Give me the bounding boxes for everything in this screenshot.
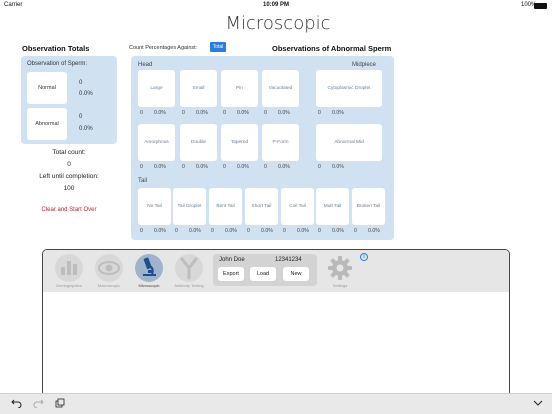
head-tapered-pct: 0.0%: [237, 164, 249, 170]
tab-demographics[interactable]: [55, 254, 83, 282]
left-until-value: 100: [63, 185, 75, 192]
clear-start-over-button[interactable]: Clear and Start Over: [21, 207, 117, 213]
head-pin-pct: 0.0%: [237, 110, 249, 116]
status-time: 10:09 PM: [262, 2, 289, 8]
tab-label: Antibody Testing: [174, 283, 204, 288]
head-small-count: 0: [182, 110, 185, 116]
head-large-pct: 0.0%: [154, 110, 166, 116]
midpiece-cytoplasmic-droplet-button[interactable]: Cytoplasmic Droplet: [316, 70, 382, 107]
tail-broken-tail-pct: 0.0%: [368, 228, 380, 234]
load-button[interactable]: Load: [250, 267, 276, 281]
midpiece-abnormal-mid-button[interactable]: Abnormal Mid: [316, 124, 382, 161]
tail-mult-tail-button[interactable]: Mult Tail: [316, 188, 349, 225]
new-button[interactable]: New: [283, 267, 309, 281]
tail-tail-droplet-pct: 0.0%: [189, 228, 201, 234]
battery-icon: [534, 3, 547, 9]
head-amorphous-count: 0: [140, 164, 143, 170]
abnormal-pct: 0.0%: [79, 126, 93, 132]
total-count-value: 0: [67, 161, 71, 168]
microscope-icon: [143, 257, 156, 276]
gear-icon: [328, 256, 352, 280]
head-tapered-button[interactable]: Tapered: [221, 124, 258, 161]
midpiece-abnormal-mid-count: 0: [318, 164, 321, 170]
tab-label: Microscopic: [138, 283, 160, 288]
head-large-button[interactable]: Large: [138, 70, 175, 107]
tail-coil-tail-count: 0: [283, 228, 286, 234]
tail-no-tail-count: 0: [140, 228, 143, 234]
abnormal-heading: Observations of Abnormal Sperm: [272, 44, 392, 53]
head-vacuolated-button[interactable]: Vacuolated: [262, 70, 299, 107]
count-against-label: Count Percentages Against:: [129, 45, 198, 51]
head-vacuolated-pct: 0.0%: [278, 110, 290, 116]
totals-box-label: Observation of Sperm:: [27, 61, 88, 67]
undo-icon[interactable]: [11, 398, 22, 408]
head-pin-count: 0: [223, 110, 226, 116]
chevron-down-icon[interactable]: [533, 400, 543, 407]
tab-microscopic[interactable]: [135, 254, 163, 282]
info-icon[interactable]: i: [360, 253, 368, 261]
tail-broken-tail-count: 0: [354, 228, 357, 234]
abnormal-count: 0: [79, 114, 83, 120]
head-large-count: 0: [140, 110, 143, 116]
tail-coil-tail-button[interactable]: Coil Tail: [281, 188, 314, 225]
total-count-label: Total count:: [52, 149, 86, 156]
tail-bent-tail-button[interactable]: Bent Tail: [209, 188, 242, 225]
head-vacuolated-count: 0: [264, 110, 267, 116]
tail-bent-tail-count: 0: [211, 228, 214, 234]
head-double-pct: 0.0%: [196, 164, 208, 170]
totals-heading: Observation Totals: [22, 44, 90, 53]
tail-tail-droplet-button[interactable]: Tail Droplet: [173, 188, 206, 225]
tab-label: Macroscopic: [97, 283, 121, 288]
tail-no-tail-pct: 0.0%: [154, 228, 166, 234]
tail-short-tail-pct: 0.0%: [261, 228, 273, 234]
head-small-pct: 0.0%: [196, 110, 208, 116]
head-pin-button[interactable]: Pin: [221, 70, 258, 107]
midpiece-cytoplasmic-droplet-count: 0: [318, 110, 321, 116]
normal-button[interactable]: Normal: [27, 72, 67, 104]
head-p-form-button[interactable]: P-Form: [262, 124, 299, 161]
head-small-button[interactable]: Small: [180, 70, 217, 107]
tail-mult-tail-pct: 0.0%: [332, 228, 344, 234]
eye-icon: [98, 261, 120, 275]
tail-short-tail-button[interactable]: Short Tail: [245, 188, 278, 225]
tab-macroscopic[interactable]: [95, 254, 123, 282]
keyboard-assistant-bar: [0, 393, 552, 414]
abnormal-button[interactable]: Abnormal: [27, 108, 67, 140]
paste-icon[interactable]: [55, 398, 66, 408]
antibody-icon: [180, 257, 198, 280]
tail-broken-tail-button[interactable]: Broken Tail: [352, 188, 385, 225]
tab-antibody-testing[interactable]: [175, 254, 203, 282]
left-until-label: Left until completion:: [39, 173, 99, 180]
tab-label: Demographics: [56, 283, 82, 288]
tail-tail-droplet-count: 0: [175, 228, 178, 234]
tail-bent-tail-pct: 0.0%: [225, 228, 237, 234]
tail-mult-tail-count: 0: [318, 228, 321, 234]
patient-id: 12341234: [275, 257, 302, 263]
redo-icon[interactable]: [33, 398, 44, 408]
export-button[interactable]: Export: [218, 267, 244, 281]
tail-coil-tail-pct: 0.0%: [297, 228, 309, 234]
tail-short-tail-count: 0: [247, 228, 250, 234]
head-amorphous-button[interactable]: Amorphous: [138, 124, 175, 161]
head-double-button[interactable]: Double: [180, 124, 217, 161]
head-amorphous-pct: 0.0%: [154, 164, 166, 170]
tail-no-tail-button[interactable]: No Tail: [138, 188, 171, 225]
head-section-label: Head: [138, 62, 153, 68]
normal-count: 0: [79, 80, 83, 86]
head-p-form-pct: 0.0%: [278, 164, 290, 170]
head-p-form-count: 0: [264, 164, 267, 170]
head-double-count: 0: [182, 164, 185, 170]
head-tapered-count: 0: [223, 164, 226, 170]
midpiece-abnormal-mid-pct: 0.0%: [332, 164, 344, 170]
midpiece-cytoplasmic-droplet-pct: 0.0%: [332, 110, 344, 116]
page-title: Microscopic: [225, 13, 331, 34]
tail-section-label: Tail: [138, 178, 148, 184]
patient-name: John Doe: [219, 257, 245, 263]
settings-label: Settings: [332, 283, 348, 288]
midpiece-section-label: Midpiece: [352, 62, 377, 68]
settings-button[interactable]: [326, 254, 354, 282]
total-toggle-button[interactable]: Total: [210, 42, 226, 52]
normal-pct: 0.0%: [79, 91, 93, 97]
bar-chart-icon: [61, 261, 77, 275]
